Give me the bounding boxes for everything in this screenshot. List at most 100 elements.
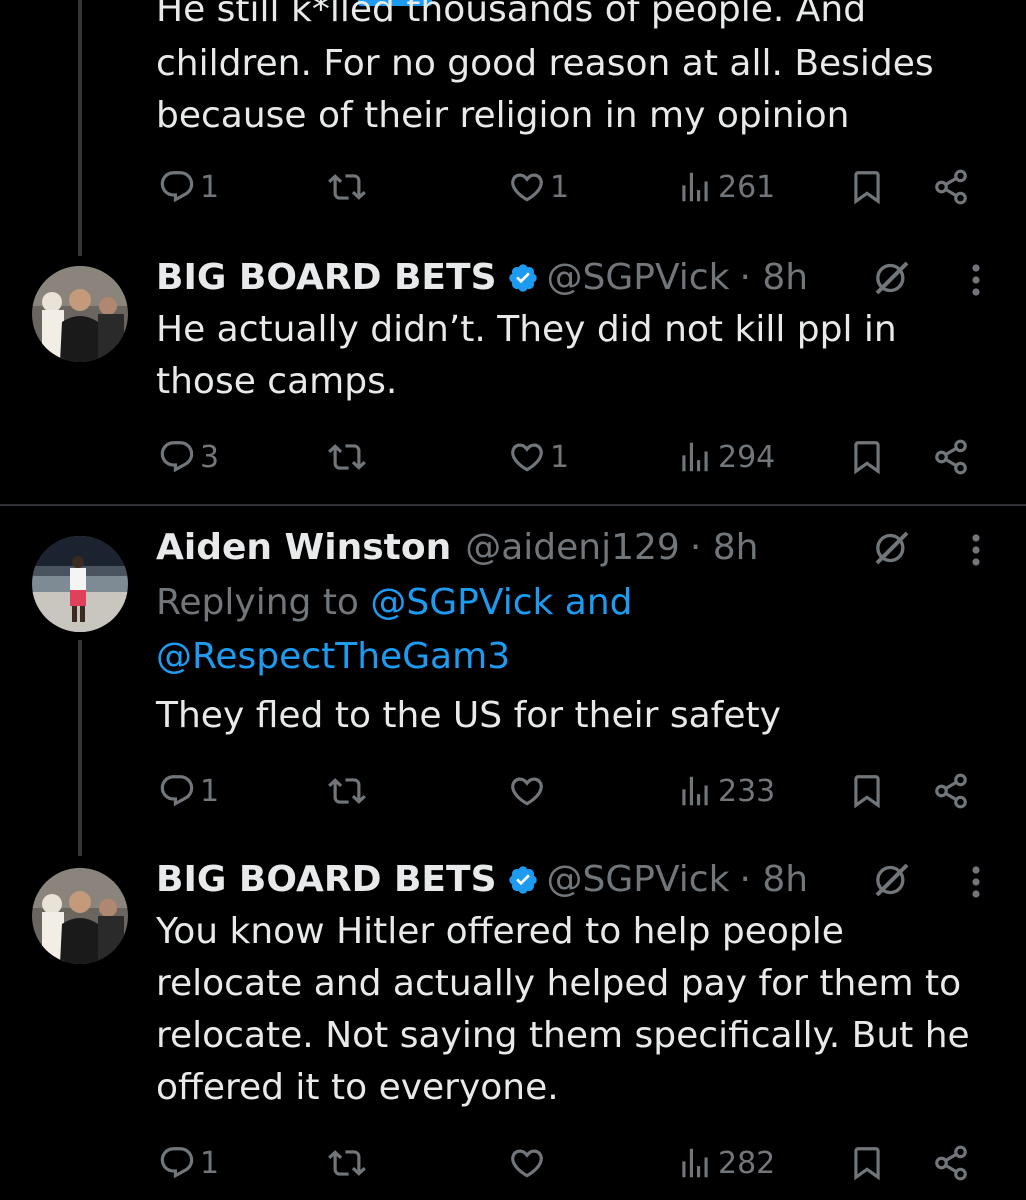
views-button[interactable]: 233	[676, 766, 775, 816]
display-name[interactable]: BIG BOARD BETS	[156, 854, 497, 906]
like-button[interactable]	[508, 1138, 546, 1188]
views-icon	[676, 1144, 714, 1182]
like-count: 1	[550, 439, 570, 475]
verified-badge-icon	[507, 864, 539, 896]
replying-to-users[interactable]: @SGPVick and	[370, 582, 632, 623]
repost-button[interactable]	[328, 766, 366, 816]
post-header: BIG BOARD BETS @SGPVick · 8h	[156, 252, 808, 304]
reply-icon	[158, 168, 196, 206]
replying-to: Replying to @SGPVick and	[156, 576, 633, 630]
like-count: 1	[550, 169, 570, 205]
reply-icon	[158, 772, 196, 810]
repost-icon	[328, 1144, 366, 1182]
reply-count: 1	[200, 773, 220, 809]
bookmark-icon	[848, 168, 886, 206]
post-header: BIG BOARD BETS @SGPVick · 8h	[156, 854, 808, 906]
more-icon[interactable]	[970, 862, 982, 902]
replying-to-prefix: Replying to	[156, 582, 359, 623]
repost-icon	[328, 772, 366, 810]
reply-button[interactable]: 1	[158, 1138, 219, 1188]
share-icon	[932, 168, 970, 206]
bookmark-icon	[848, 772, 886, 810]
post-text-line: offered it to everyone.	[156, 1067, 559, 1108]
post-time[interactable]: · 8h	[739, 252, 808, 304]
views-button[interactable]: 282	[676, 1138, 775, 1188]
share-icon	[932, 772, 970, 810]
reply-count: 1	[200, 1145, 220, 1181]
bookmark-icon	[848, 1144, 886, 1182]
repost-icon	[328, 168, 366, 206]
post-text-line: They fled to the US for their safety	[156, 695, 781, 736]
post-text-line: relocate. Not saying them specifically. …	[156, 1015, 970, 1056]
post-header: Aiden Winston @aidenj129 · 8h	[156, 522, 758, 574]
views-icon	[676, 438, 714, 476]
avatar[interactable]	[32, 868, 128, 964]
views-count: 261	[718, 169, 776, 205]
share-button[interactable]	[932, 162, 970, 212]
verified-badge-icon	[507, 262, 539, 294]
post-text-line: relocate and actually helped pay for the…	[156, 963, 962, 1004]
like-button[interactable]	[508, 766, 546, 816]
heart-icon	[508, 772, 546, 810]
user-handle[interactable]: @SGPVick	[547, 252, 730, 304]
post-time[interactable]: · 8h	[690, 522, 759, 574]
post-text-line: children. For no good reason at all. Bes…	[156, 43, 934, 84]
post-text-line: because of their religion in my opinion	[156, 95, 850, 136]
post-actions: 1 282	[156, 1138, 986, 1188]
grok-icon[interactable]	[872, 258, 912, 298]
views-count: 282	[718, 1145, 776, 1181]
share-icon	[932, 1144, 970, 1182]
reply-icon	[158, 438, 196, 476]
heart-icon	[508, 438, 546, 476]
repost-button[interactable]	[328, 1138, 366, 1188]
repost-button[interactable]	[328, 432, 366, 482]
heart-icon	[508, 168, 546, 206]
bookmark-button[interactable]	[848, 432, 886, 482]
thread-line	[78, 0, 82, 256]
post-text-line: He still k*lled thousands of people. And	[156, 0, 867, 30]
post-text-line: those camps.	[156, 361, 398, 402]
post-divider	[0, 504, 1026, 506]
views-icon	[676, 772, 714, 810]
thread-line	[78, 640, 82, 856]
views-icon	[676, 168, 714, 206]
share-icon	[932, 438, 970, 476]
more-icon[interactable]	[970, 530, 982, 570]
bookmark-button[interactable]	[848, 162, 886, 212]
repost-button[interactable]	[328, 162, 366, 212]
reply-count: 3	[200, 439, 220, 475]
reply-button[interactable]: 1	[158, 766, 219, 816]
reply-button[interactable]: 3	[158, 432, 219, 482]
replying-to-line-2: @RespectTheGam3	[156, 630, 510, 684]
reply-count: 1	[200, 169, 220, 205]
heart-icon	[508, 1144, 546, 1182]
share-button[interactable]	[932, 766, 970, 816]
bookmark-button[interactable]	[848, 766, 886, 816]
display-name[interactable]: Aiden Winston	[156, 522, 451, 574]
more-icon[interactable]	[970, 260, 982, 300]
reply-button[interactable]: 1	[158, 162, 219, 212]
like-button[interactable]: 1	[508, 162, 569, 212]
post-actions: 1 233	[156, 766, 986, 816]
repost-icon	[328, 438, 366, 476]
grok-icon[interactable]	[872, 528, 912, 568]
display-name[interactable]: BIG BOARD BETS	[156, 252, 497, 304]
post-actions: 1 1 261	[156, 162, 986, 212]
avatar[interactable]	[32, 266, 128, 362]
views-button[interactable]: 294	[676, 432, 775, 482]
user-handle[interactable]: @aidenj129	[465, 522, 680, 574]
replying-to-user[interactable]: @RespectTheGam3	[156, 636, 510, 677]
share-button[interactable]	[932, 432, 970, 482]
bookmark-button[interactable]	[848, 1138, 886, 1188]
views-count: 233	[718, 773, 776, 809]
post-time[interactable]: · 8h	[739, 854, 808, 906]
share-button[interactable]	[932, 1138, 970, 1188]
views-button[interactable]: 261	[676, 162, 775, 212]
user-handle[interactable]: @SGPVick	[547, 854, 730, 906]
avatar[interactable]	[32, 536, 128, 632]
post-actions: 3 1 294	[156, 432, 986, 482]
grok-icon[interactable]	[872, 860, 912, 900]
like-button[interactable]: 1	[508, 432, 569, 482]
bookmark-icon	[848, 438, 886, 476]
post-text-line: He actually didn’t. They did not kill pp…	[156, 309, 897, 350]
